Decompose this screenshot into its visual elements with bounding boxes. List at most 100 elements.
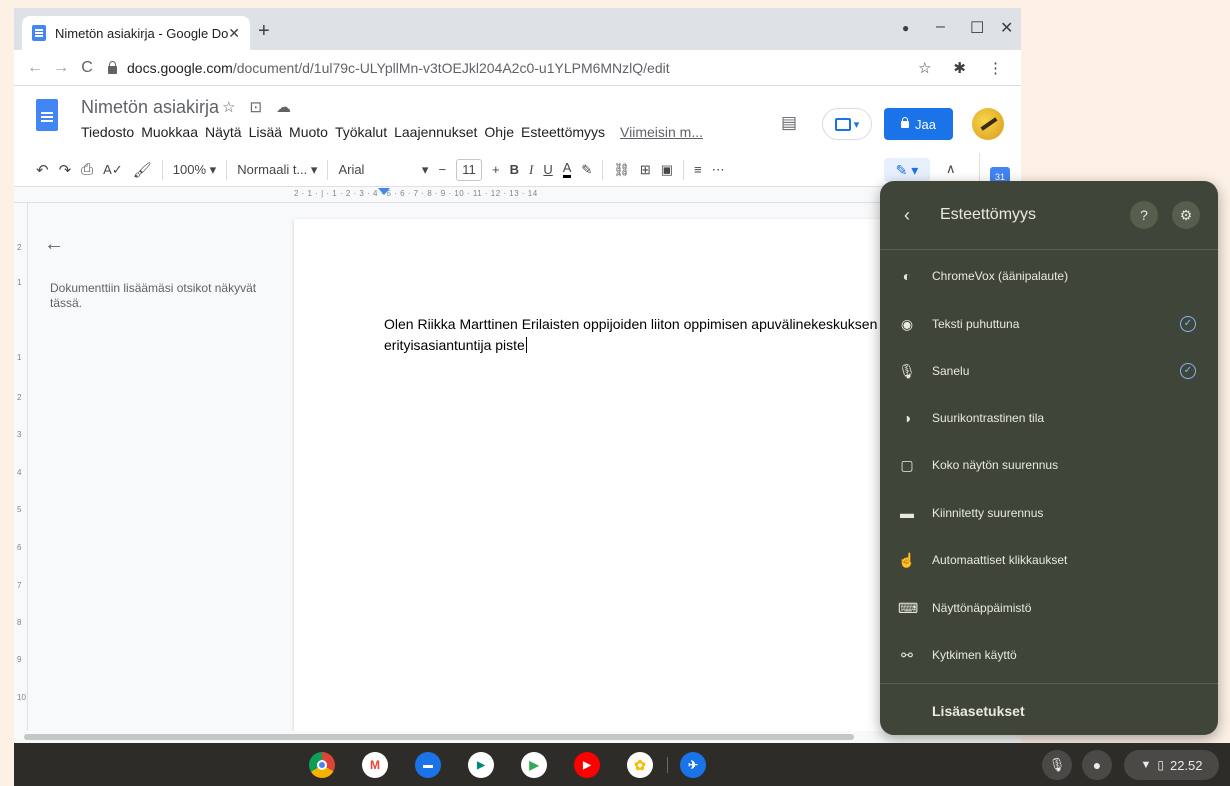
ruler-tick: 5	[17, 505, 22, 514]
menu-help[interactable]: Ohje	[484, 124, 514, 140]
menu-edit[interactable]: Muokkaa	[141, 124, 198, 140]
star-icon[interactable]: ☆	[222, 98, 235, 116]
a11y-item-label: Teksti puhuttuna	[932, 317, 1020, 331]
menu-extensions[interactable]: Laajennukset	[394, 124, 477, 140]
menu-accessibility[interactable]: Esteettömyys	[521, 124, 605, 140]
ruler-tick: 9	[17, 655, 22, 664]
document-canvas: 2 1 1 2 3 4 5 6 7 8 9 10 ← Dokumenttiin …	[14, 203, 1021, 743]
more-settings-link[interactable]: Lisäasetukset	[932, 703, 1025, 719]
reload-button[interactable]: C	[74, 59, 100, 77]
move-folder-icon[interactable]: ⊡	[249, 98, 262, 116]
insert-image-icon[interactable]: ▣	[661, 162, 673, 178]
paint-format-icon[interactable]: 🖌	[133, 161, 152, 179]
checkmark-icon: ✓	[1180, 363, 1196, 379]
launcher-app-icon[interactable]: ✈	[680, 752, 706, 778]
back-button[interactable]: ←	[22, 59, 48, 77]
menu-file[interactable]: Tiedosto	[81, 124, 134, 140]
forward-button[interactable]: →	[48, 59, 74, 77]
help-icon[interactable]: ?	[1130, 201, 1158, 229]
menu-view[interactable]: Näytä	[205, 124, 242, 140]
more-options-icon[interactable]: ⋯	[712, 162, 725, 178]
underline-button[interactable]: U	[543, 162, 552, 177]
decrease-size-button[interactable]: −	[438, 162, 446, 177]
share-button[interactable]: Jaa	[884, 108, 953, 140]
tab-title: Nimetön asiakirja - Google Docs	[55, 25, 229, 41]
status-tray[interactable]: ▼ ▯ 22.52	[1124, 750, 1219, 780]
a11y-item-label: Automaattiset klikkaukset	[932, 553, 1068, 567]
a11y-item-onscreen-keyboard[interactable]: ⌨ Näyttönäppäimistö	[880, 586, 1218, 630]
chevron-down-icon: ▾	[209, 161, 217, 177]
a11y-item-select-to-speak[interactable]: ◉ Teksti puhuttuna ✓	[880, 302, 1218, 346]
menu-format[interactable]: Muoto	[289, 124, 328, 140]
comments-icon[interactable]: ▤	[781, 113, 797, 133]
style-select[interactable]: Normaali t... ▾	[237, 162, 317, 178]
settings-gear-icon[interactable]: ⚙	[1172, 201, 1200, 229]
zoom-select[interactable]: 100% ▾	[173, 162, 216, 178]
a11y-item-label: Sanelu	[932, 364, 970, 378]
close-window-button[interactable]: ✕	[1000, 18, 1013, 38]
photos-app-icon[interactable]: ✿	[627, 752, 653, 778]
outline-back-icon[interactable]: ←	[44, 233, 64, 256]
gmail-app-icon[interactable]: M	[362, 752, 388, 778]
chrome-app-icon[interactable]	[309, 752, 335, 778]
bold-button[interactable]: B	[510, 162, 519, 177]
address-bar[interactable]: docs.google.com/document/d/1ul79c-ULYpll…	[108, 60, 670, 76]
a11y-item-dictation[interactable]: 🎙 Sanelu ✓	[880, 349, 1218, 393]
tab-close-icon[interactable]: ✕	[228, 25, 240, 42]
browser-tab[interactable]: Nimetön asiakirja - Google Docs ✕	[22, 16, 250, 50]
a11y-item-high-contrast[interactable]: ◑ Suurikontrastinen tila	[880, 396, 1218, 440]
back-chevron-icon[interactable]: ‹	[904, 205, 924, 226]
play-store-app-icon[interactable]: ▶	[521, 752, 547, 778]
link-icon[interactable]: ⛓	[613, 162, 630, 178]
lock-icon	[108, 60, 117, 74]
print-icon[interactable]: ⎙	[81, 161, 93, 178]
ruler-tick: 6	[17, 543, 22, 552]
menu-insert[interactable]: Lisää	[249, 124, 282, 140]
a11y-item-label: ChromeVox (äänipalaute)	[932, 269, 1069, 283]
cloud-status-icon[interactable]: ☁	[276, 98, 291, 116]
a11y-item-fullscreen-magnifier[interactable]: ▢ Koko näytön suurennus	[880, 443, 1218, 487]
document-title[interactable]: Nimetön asiakirja	[81, 97, 219, 118]
browser-menu-icon[interactable]: ⋮	[988, 59, 1003, 77]
menu-tools[interactable]: Työkalut	[335, 124, 387, 140]
a11y-item-switch-access[interactable]: ⚯ Kytkimen käyttö	[880, 633, 1218, 677]
a11y-item-chromevox[interactable]: ◐ ChromeVox (äänipalaute)	[880, 254, 1218, 298]
files-app-icon[interactable]: ▬	[415, 752, 441, 778]
a11y-item-autoclick[interactable]: ☝ Automaattiset klikkaukset	[880, 538, 1218, 582]
a11y-item-docked-magnifier[interactable]: ▬ Kiinnitetty suurennus	[880, 491, 1218, 535]
style-value: Normaali t...	[237, 161, 308, 177]
font-select[interactable]: Arial ▾	[338, 162, 428, 178]
editing-mode-button[interactable]: ✎ ▾	[884, 158, 930, 182]
maximize-button[interactable]: ☐	[970, 18, 984, 38]
minimize-button[interactable]: –	[936, 18, 945, 36]
meet-app-icon[interactable]: ▶	[468, 752, 494, 778]
horizontal-scrollbar[interactable]	[14, 731, 1021, 743]
extensions-icon[interactable]: ✱	[953, 59, 966, 77]
youtube-app-icon[interactable]: ▶	[574, 752, 600, 778]
profile-indicator-icon[interactable]: ●	[902, 21, 909, 35]
spellcheck-icon[interactable]: A✓	[103, 162, 123, 178]
stop-screen-capture-icon[interactable]: ●	[1082, 750, 1112, 780]
present-button[interactable]: ▾	[822, 108, 872, 140]
docs-logo-icon[interactable]	[36, 99, 58, 131]
increase-size-button[interactable]: +	[492, 162, 500, 177]
contrast-icon: ◑	[902, 410, 912, 426]
panel-divider	[880, 249, 1218, 250]
avatar[interactable]	[972, 108, 1004, 140]
redo-icon[interactable]: ↷	[59, 161, 72, 179]
collapse-toolbar-icon[interactable]: ∧	[946, 161, 956, 177]
font-size-input[interactable]: 11	[456, 158, 483, 181]
italic-button[interactable]: I	[529, 162, 533, 178]
browser-window: Nimetön asiakirja - Google Docs ✕ + ● – …	[14, 8, 1021, 743]
text-color-button[interactable]: A	[562, 161, 572, 178]
new-tab-button[interactable]: +	[258, 20, 270, 43]
document-body[interactable]: Olen Riikka Marttinen Erilaisten oppijoi…	[384, 314, 884, 356]
add-comment-icon[interactable]: ⊞	[640, 162, 651, 178]
bookmark-star-icon[interactable]: ☆	[918, 59, 931, 77]
align-icon[interactable]: ≡	[694, 162, 702, 177]
last-edit-link[interactable]: Viimeisin m...	[620, 124, 703, 140]
scrollbar-thumb[interactable]	[24, 734, 854, 740]
highlight-icon[interactable]: ✎	[581, 162, 592, 178]
undo-icon[interactable]: ↶	[36, 161, 49, 179]
dictation-mic-icon[interactable]: 🎙	[1042, 750, 1072, 780]
